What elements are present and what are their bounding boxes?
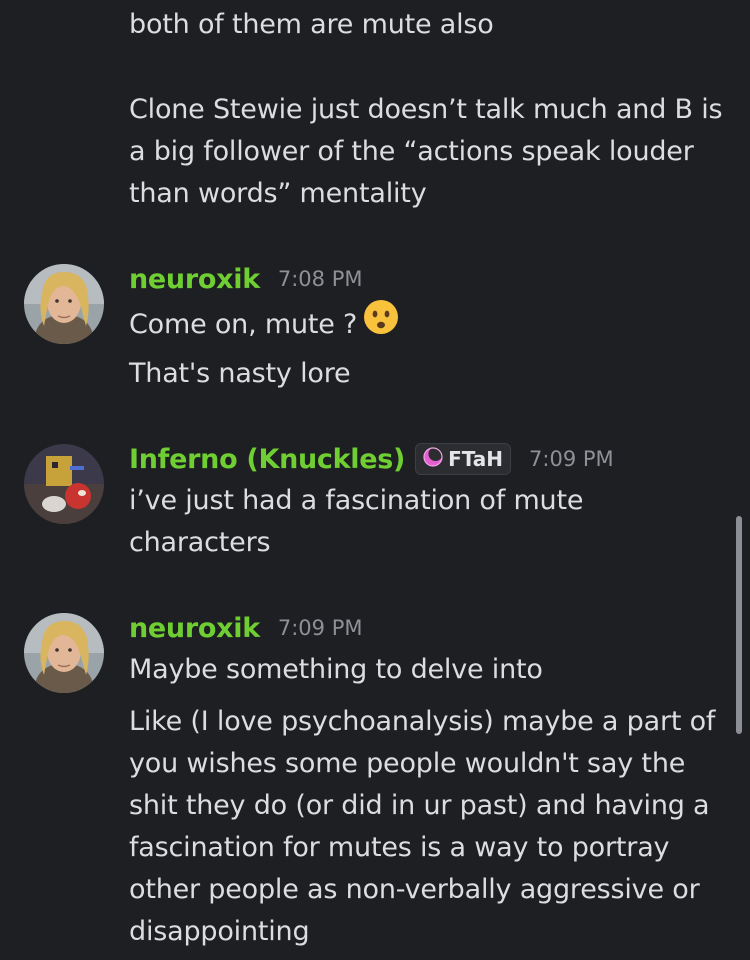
message-line: shit they do (or did in ur past) and hav… xyxy=(129,790,710,821)
scrollbar-thumb[interactable] xyxy=(736,516,742,734)
message-list: both of them are mute also Clone Stewie … xyxy=(0,0,750,960)
username[interactable]: neuroxik xyxy=(129,613,260,644)
timestamp: 7:08 PM xyxy=(277,267,363,291)
server-tag-label: FTaH xyxy=(448,447,504,471)
message-line: characters xyxy=(129,527,271,558)
message-line: Clone Stewie just doesn’t talk much and … xyxy=(129,94,723,125)
server-tag-badge[interactable]: FTaH xyxy=(415,443,512,475)
username[interactable]: Inferno (Knuckles) xyxy=(129,444,405,475)
message-line: Maybe something to delve into xyxy=(129,654,543,685)
moon-icon xyxy=(422,446,444,472)
message-line: other people as non-verbally aggressive … xyxy=(129,874,700,905)
avatar[interactable] xyxy=(24,264,104,344)
message-text: Come on, mute ? xyxy=(129,309,358,340)
message-line: That's nasty lore xyxy=(129,358,351,389)
frowning-face-icon xyxy=(363,299,399,348)
message-line: i’ve just had a fascination of mute xyxy=(129,485,584,516)
avatar[interactable] xyxy=(24,613,104,693)
message-line: fascination for mutes is a way to portra… xyxy=(129,832,670,863)
message-line: a big follower of the “actions speak lou… xyxy=(129,136,694,167)
message-line: you wishes some people wouldn't say the xyxy=(129,748,686,779)
message-header: Inferno (Knuckles) FTaH 7:09 PM xyxy=(129,438,614,480)
message-line: disappointing xyxy=(129,916,310,947)
message-header: neuroxik 7:09 PM xyxy=(129,607,362,649)
avatar[interactable] xyxy=(24,444,104,524)
message-line: Come on, mute ? xyxy=(129,299,399,350)
message-line: than words” mentality xyxy=(129,178,427,209)
message-line: both of them are mute also xyxy=(129,9,494,40)
timestamp: 7:09 PM xyxy=(529,447,614,471)
message-header: neuroxik 7:08 PM xyxy=(129,258,362,300)
timestamp: 7:09 PM xyxy=(277,616,363,640)
message-line: Like (I love psychoanalysis) maybe a par… xyxy=(129,706,716,737)
username[interactable]: neuroxik xyxy=(129,264,260,295)
